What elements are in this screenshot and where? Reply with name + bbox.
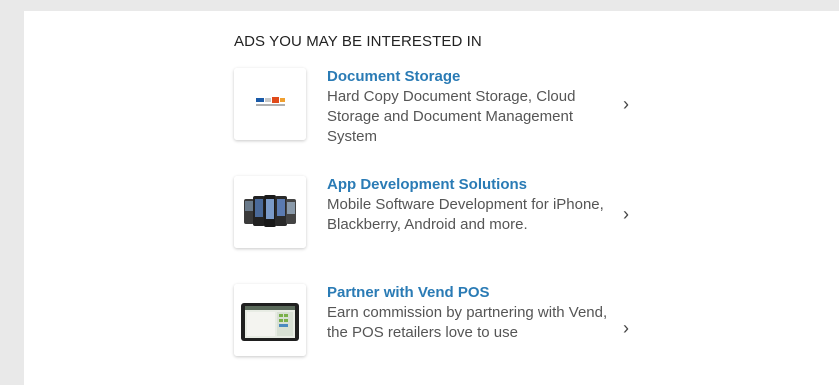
- chevron-right-icon[interactable]: ›: [623, 95, 629, 113]
- tablet-pos-icon: [234, 284, 306, 356]
- document-storage-logo-icon: [234, 68, 306, 140]
- chevron-right-icon[interactable]: ›: [623, 319, 629, 337]
- ad-description: Earn commission by partnering with Vend,…: [327, 304, 608, 341]
- ads-section-heading: ADS YOU MAY BE INTERESTED IN: [234, 33, 482, 50]
- ad-item-vend-pos[interactable]: Partner with Vend POS Earn commission by…: [234, 284, 634, 360]
- ad-description: Mobile Software Development for iPhone, …: [327, 196, 604, 233]
- ad-description: Hard Copy Document Storage, Cloud Storag…: [327, 88, 576, 145]
- ad-text-block: App Development Solutions Mobile Softwar…: [327, 175, 612, 235]
- ads-panel: ADS YOU MAY BE INTERESTED IN Document St…: [24, 11, 839, 385]
- chevron-right-icon[interactable]: ›: [623, 205, 629, 223]
- ad-text-block: Partner with Vend POS Earn commission by…: [327, 283, 612, 343]
- ad-thumbnail[interactable]: [234, 284, 306, 356]
- ad-item-document-storage[interactable]: Document Storage Hard Copy Document Stor…: [234, 67, 634, 147]
- ad-title-link[interactable]: Partner with Vend POS: [327, 283, 612, 303]
- ad-thumbnail[interactable]: [234, 68, 306, 140]
- ad-thumbnail[interactable]: [234, 176, 306, 248]
- ad-title-link[interactable]: Document Storage: [327, 67, 612, 87]
- ad-title-link[interactable]: App Development Solutions: [327, 175, 612, 195]
- ad-text-block: Document Storage Hard Copy Document Stor…: [327, 67, 612, 147]
- mobile-phones-icon: [234, 176, 306, 248]
- ad-item-app-development[interactable]: App Development Solutions Mobile Softwar…: [234, 176, 634, 252]
